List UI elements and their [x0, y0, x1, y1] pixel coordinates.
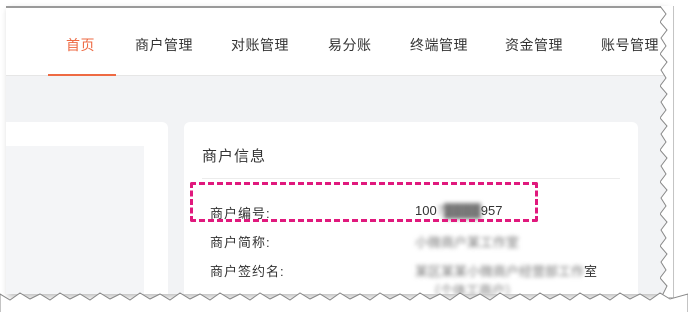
top-navigation: 首页 商户管理 对账管理 易分账 终端管理 资金管理 账号管理: [6, 8, 666, 76]
merchant-info-title: 商户信息: [202, 148, 267, 165]
active-tab-underline: [48, 74, 116, 76]
merchant-short-name-label: 商户简称:: [210, 235, 271, 250]
merchant-contract-name-suffix: 室: [584, 264, 598, 279]
app-window: 首页 商户管理 对账管理 易分账 终端管理 资金管理 账号管理 商户信息 商户编…: [6, 6, 666, 294]
tab-funds-management[interactable]: 资金管理: [505, 35, 563, 55]
torn-edge-bottom: [0, 292, 688, 312]
tab-merchant-management[interactable]: 商户管理: [135, 35, 193, 55]
merchant-contract-name-value: 某区某某小微商户经营部工作室: [415, 261, 597, 280]
merchant-short-name-value: 小微商户某工作室: [415, 235, 520, 250]
tab-account-management[interactable]: 账号管理: [601, 35, 659, 55]
tab-home[interactable]: 首页: [66, 35, 95, 55]
merchant-contract-name-redacted: 某区某某小微商户经营部工作: [415, 264, 585, 279]
left-panel-content: [6, 146, 144, 294]
merchant-contract-name-label: 商户签约名:: [210, 264, 285, 279]
tab-reconciliation-management[interactable]: 对账管理: [231, 35, 289, 55]
tab-terminal-management[interactable]: 终端管理: [410, 35, 468, 55]
torn-edge-right: [660, 6, 674, 298]
tab-split-account[interactable]: 易分账: [328, 35, 372, 55]
merchant-id-highlight-box: [190, 182, 538, 222]
left-panel-card: [6, 122, 168, 294]
card-divider: [202, 178, 620, 179]
